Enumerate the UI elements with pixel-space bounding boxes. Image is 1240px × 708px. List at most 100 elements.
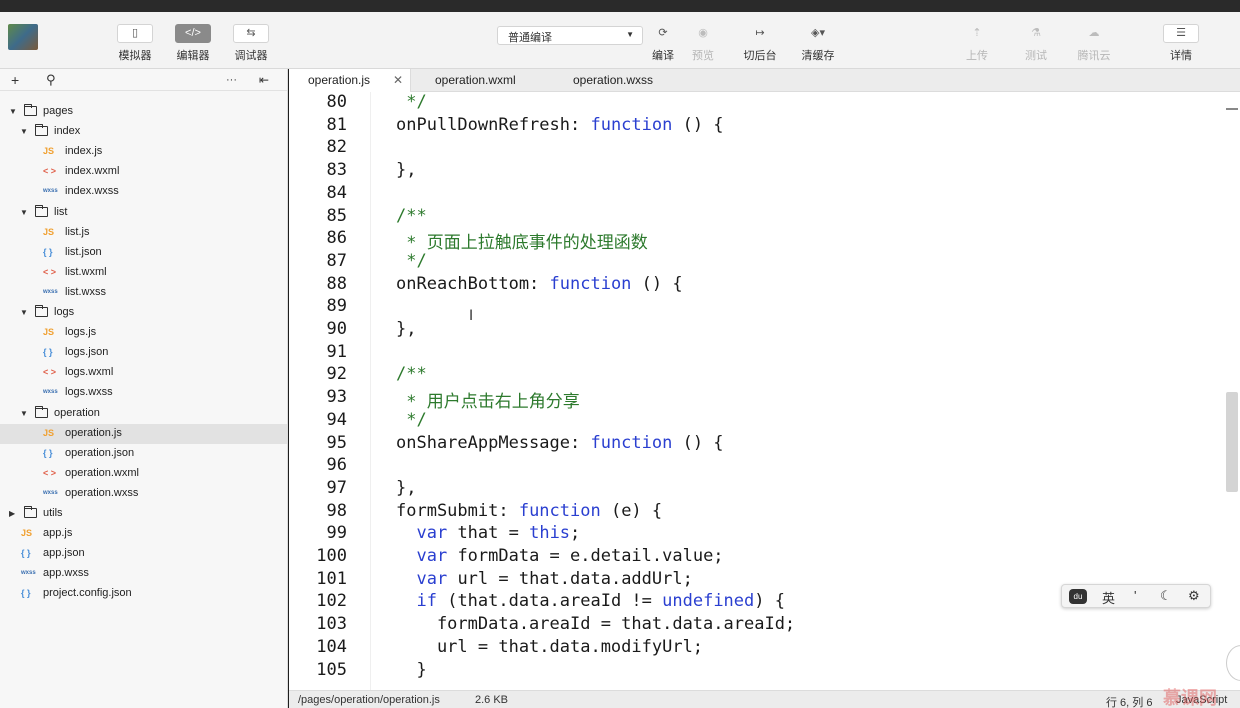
code-line[interactable]: 96	[289, 455, 1229, 477]
tree-file[interactable]: JS logs.js	[0, 323, 287, 343]
moon-icon[interactable]: ☾	[1160, 588, 1172, 604]
tree-file[interactable]: { } logs.json	[0, 343, 287, 363]
tab-operation-wxml[interactable]: operation.wxml	[435, 69, 555, 92]
code-line[interactable]: 89	[289, 296, 1229, 318]
line-number: 94	[326, 409, 347, 430]
code-line[interactable]: 92 /**	[289, 364, 1229, 386]
gear-icon[interactable]: ⚙	[1188, 588, 1200, 604]
tree-folder-index[interactable]: ▼ index	[0, 122, 287, 142]
code-line[interactable]: 81 onPullDownRefresh: function () {	[289, 115, 1229, 137]
tree-folder-utils[interactable]: ▶ utils	[0, 504, 287, 524]
code-line[interactable]: 85 /**	[289, 206, 1229, 228]
code-line[interactable]: 100 var formData = e.detail.value;	[289, 546, 1229, 568]
tree-file[interactable]: { } operation.json	[0, 444, 287, 464]
code-token: formData = e.detail.value;	[447, 546, 724, 566]
chevron-down-icon[interactable]: ▼	[20, 409, 28, 418]
line-number: 88	[326, 273, 347, 294]
tree-folder-logs[interactable]: ▼ logs	[0, 303, 287, 323]
tree-file[interactable]: wxss app.wxss	[0, 564, 287, 584]
tree-file[interactable]: JS app.js	[0, 524, 287, 544]
code-line[interactable]: 93 * 用户点击右上角分享	[289, 387, 1229, 412]
code-line[interactable]: 82	[289, 137, 1229, 159]
compile-mode-value: 普通编译	[508, 32, 552, 44]
tree-item-label: pages	[43, 105, 73, 117]
code-keyword: function	[590, 432, 673, 453]
code-line[interactable]: 103 formData.areaId = that.data.areaId;	[289, 614, 1229, 636]
upload-button[interactable]: ⇡ 上传	[954, 24, 1000, 63]
code-line[interactable]: 80 */	[289, 92, 1229, 114]
avatar[interactable]	[8, 24, 38, 50]
debugger-button[interactable]: ⇆ 调试器	[228, 24, 274, 63]
code-line[interactable]: 99 var that = this;	[289, 523, 1229, 545]
tab-operation-wxss[interactable]: operation.wxss	[573, 69, 693, 92]
simulator-button[interactable]: ▯ 模拟器	[112, 24, 158, 63]
ime-language[interactable]: 英	[1102, 588, 1115, 607]
chevron-down-icon[interactable]: ▼	[9, 107, 17, 116]
chevron-down-icon[interactable]: ▼	[20, 127, 28, 136]
switch-backend-button[interactable]: ↦ 切后台	[737, 24, 783, 63]
chevron-down-icon[interactable]: ▼	[20, 208, 28, 217]
tab-operation-js[interactable]: operation.js ✕	[289, 69, 411, 92]
code-text: }	[396, 660, 426, 680]
ime-toolbar[interactable]: du 英 ' ☾ ⚙	[1061, 584, 1211, 608]
code-text: */	[396, 92, 426, 112]
tree-file[interactable]: wxss index.wxss	[0, 182, 287, 202]
close-icon[interactable]: ✕	[393, 73, 403, 87]
tree-folder-pages[interactable]: ▼ pages	[0, 102, 287, 122]
collapse-sidebar-icon[interactable]: ⇤	[259, 73, 269, 87]
code-line[interactable]: 86 * 页面上拉触底事件的处理函数	[289, 228, 1229, 253]
ime-punctuation[interactable]: '	[1134, 588, 1136, 603]
file-path: /pages/operation/operation.js	[298, 694, 440, 706]
code-line[interactable]: 98 formSubmit: function (e) {	[289, 501, 1229, 523]
code-line[interactable]: 84	[289, 183, 1229, 205]
tree-file[interactable]: < > list.wxml	[0, 263, 287, 283]
preview-button[interactable]: ◉ 预览	[680, 24, 726, 63]
line-number: 91	[326, 341, 347, 362]
tree-file[interactable]: { } list.json	[0, 243, 287, 263]
tree-folder-operation[interactable]: ▼ operation	[0, 404, 287, 424]
code-line[interactable]: 87 */	[289, 251, 1229, 273]
test-button[interactable]: ⚗ 测试	[1013, 24, 1059, 63]
details-button[interactable]: ☰ 详情	[1158, 24, 1204, 63]
tree-file[interactable]: { } app.json	[0, 544, 287, 564]
scroll-marker	[1226, 108, 1238, 110]
tencent-cloud-button[interactable]: ☁ 腾讯云	[1071, 24, 1117, 63]
wxss-file-icon: wxss	[43, 389, 58, 396]
code-line[interactable]: 95 onShareAppMessage: function () {	[289, 433, 1229, 455]
code-line[interactable]: 90},	[289, 319, 1229, 341]
chevron-down-icon[interactable]: ▼	[20, 308, 28, 317]
code-line[interactable]: 83},	[289, 160, 1229, 182]
more-icon[interactable]: ···	[226, 74, 237, 86]
editor-button[interactable]: </> 编辑器	[170, 24, 216, 63]
tree-file[interactable]: < > logs.wxml	[0, 363, 287, 383]
code-line[interactable]: 104 url = that.data.modifyUrl;	[289, 637, 1229, 659]
tree-item-label: index.wxml	[65, 165, 120, 178]
clear-cache-button[interactable]: ◈▾ 清缓存	[795, 24, 841, 63]
tree-file[interactable]: wxss logs.wxss	[0, 383, 287, 403]
vertical-scrollbar[interactable]	[1226, 392, 1238, 492]
tree-file[interactable]: JS list.js	[0, 223, 287, 243]
cursor-position[interactable]: 行 6, 列 6	[1106, 694, 1152, 708]
code-line[interactable]: 91	[289, 342, 1229, 364]
chevron-right-icon[interactable]: ▶	[9, 509, 15, 518]
tree-file[interactable]: { } project.config.json	[0, 584, 287, 604]
tree-file[interactable]: JS operation.js	[0, 423, 287, 444]
line-number: 80	[326, 92, 347, 112]
tree-file[interactable]: < > index.wxml	[0, 162, 287, 182]
search-icon[interactable]: ⚲	[46, 72, 56, 88]
tree-file[interactable]: wxss operation.wxss	[0, 484, 287, 504]
js-file-icon: JS	[43, 146, 55, 157]
tree-file[interactable]: JS index.js	[0, 142, 287, 162]
code-line[interactable]: 97},	[289, 478, 1229, 500]
tree-folder-list[interactable]: ▼ list	[0, 203, 287, 223]
code-line[interactable]: 88 onReachBottom: function () {	[289, 274, 1229, 296]
code-line[interactable]: 94 */	[289, 410, 1229, 432]
compile-mode-select[interactable]: 普通编译 ▼	[497, 26, 643, 45]
code-comment: */	[396, 409, 427, 430]
tree-file[interactable]: wxss list.wxss	[0, 283, 287, 303]
add-icon[interactable]: +	[11, 72, 19, 88]
code-text: var formData = e.detail.value;	[396, 546, 724, 566]
tree-file[interactable]: < > operation.wxml	[0, 464, 287, 484]
code-line[interactable]: 105 }	[289, 660, 1229, 682]
